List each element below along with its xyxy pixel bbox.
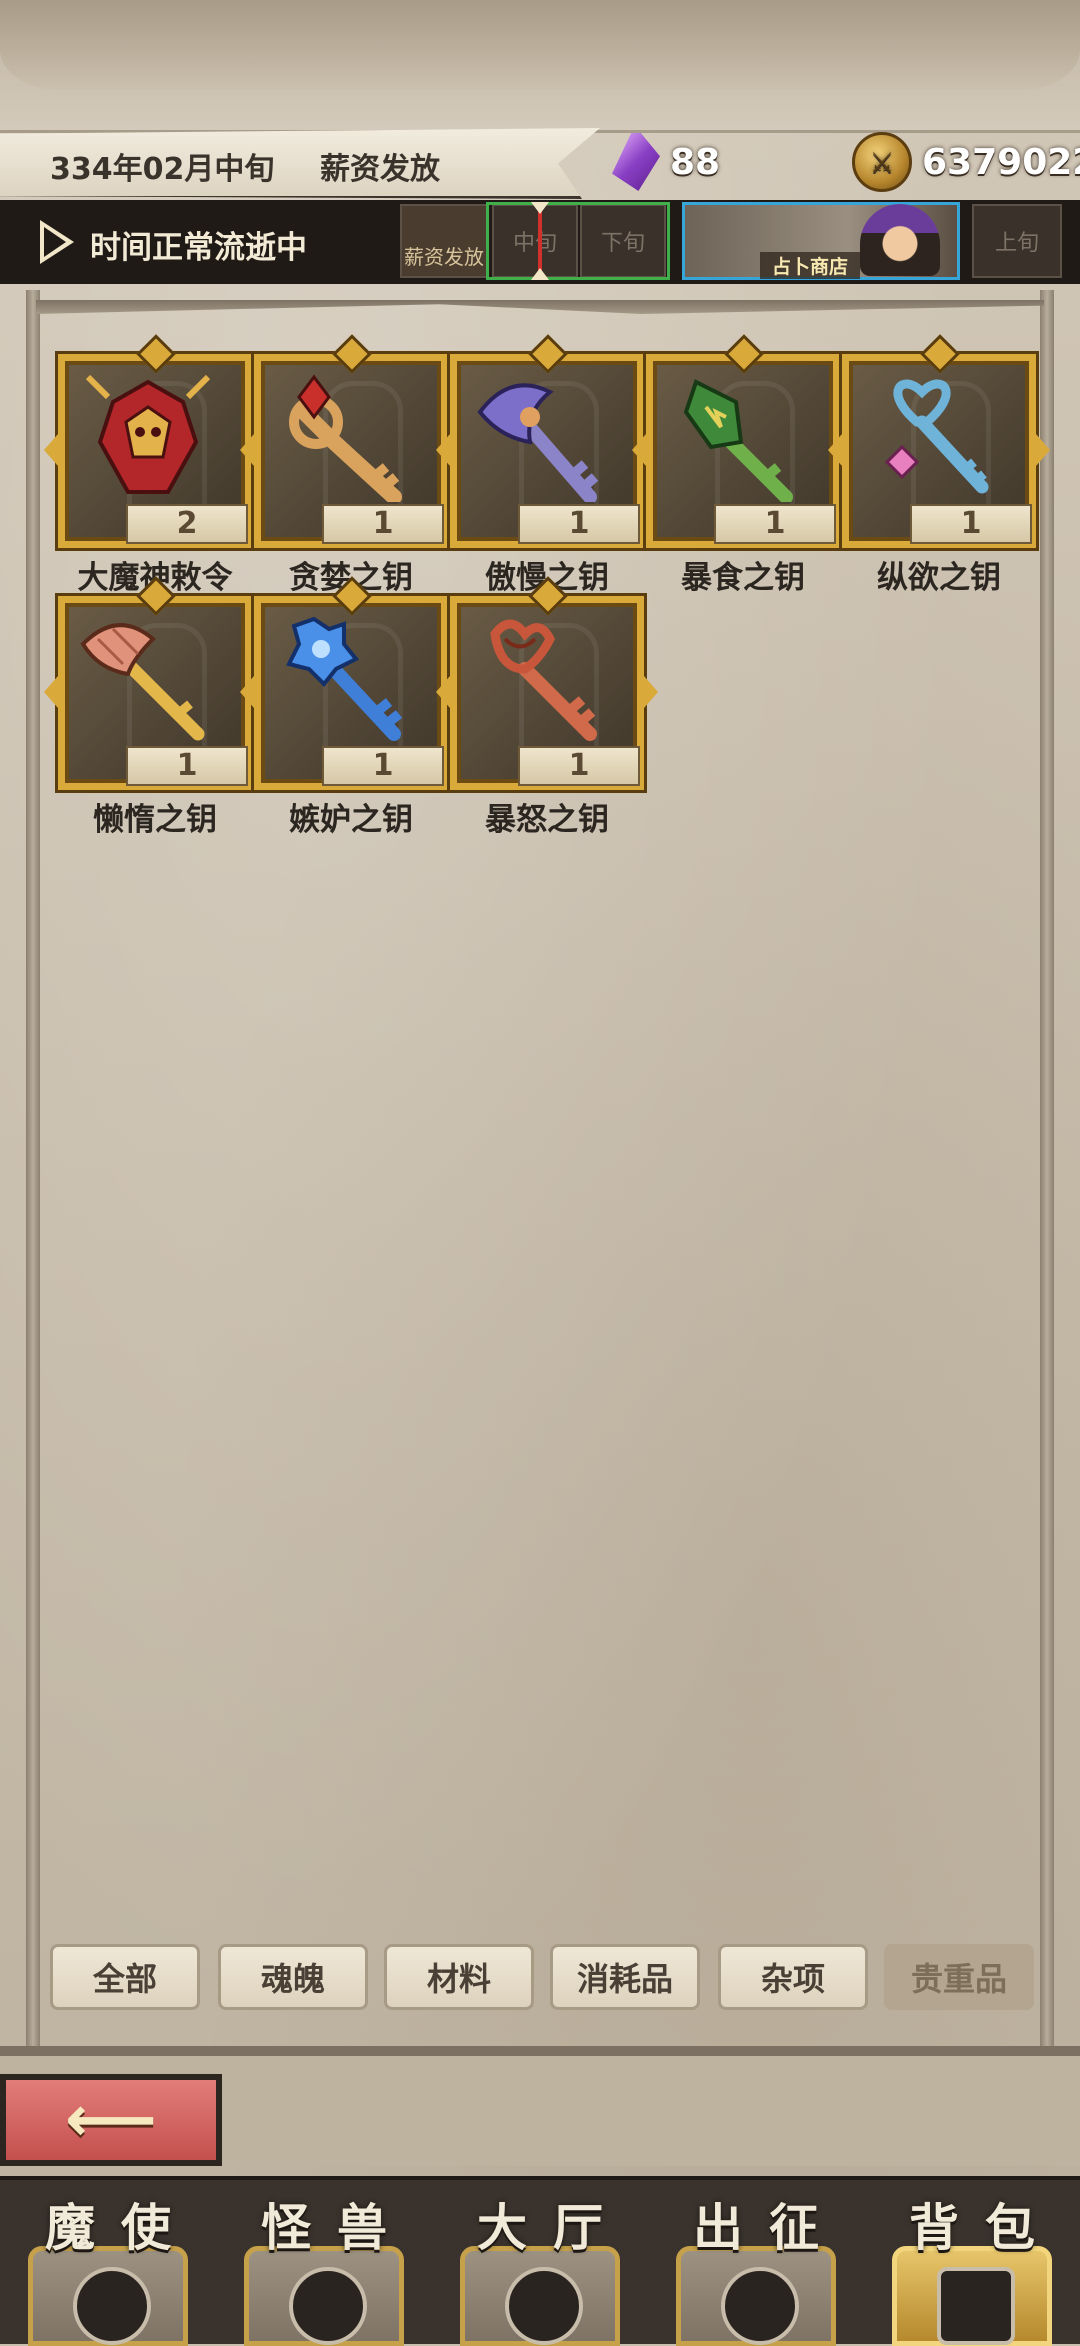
tab-consumables[interactable]: 消耗品: [550, 1944, 700, 2010]
shopkeeper-portrait: [860, 204, 940, 276]
wrath-key-icon: [490, 619, 597, 741]
period-early[interactable]: 上旬: [972, 204, 1062, 278]
tab-souls[interactable]: 魂魄: [218, 1944, 368, 2010]
bottom-divider: [0, 2046, 1080, 2056]
monster-icon: [289, 2267, 367, 2345]
item-name: 纵欲之钥: [877, 560, 1001, 596]
item-slot[interactable]: 1 懒惰之钥: [44, 576, 266, 838]
item-count: 1: [518, 746, 640, 786]
pride-key-icon: [477, 383, 599, 502]
nav-monsters[interactable]: 怪兽: [216, 2180, 432, 2346]
envy-key-icon: [286, 616, 403, 741]
fortune-shop-label: 占卜商店: [760, 252, 861, 279]
item-slot[interactable]: 1 暴食之钥: [632, 334, 854, 596]
expedition-icon: [721, 2267, 799, 2345]
item-count: 1: [322, 746, 444, 786]
item-slot[interactable]: 1 傲慢之钥: [436, 334, 658, 596]
nav-backpack-label: 背包: [909, 2199, 1061, 2257]
gem-amount: 88: [670, 141, 721, 183]
coin-amount: 6379022: [922, 141, 1080, 183]
item-slot[interactable]: 1 嫉妒之钥: [240, 576, 462, 838]
lust-key-icon: [884, 379, 989, 494]
item-count: 1: [518, 504, 640, 544]
tab-misc[interactable]: 杂项: [718, 1944, 868, 2010]
filter-tabs: 全部 魂魄 材料 消耗品 杂项 贵重品: [50, 1944, 1050, 2010]
demon-decree-icon: [85, 374, 211, 494]
time-status: 时间正常流逝中: [90, 230, 307, 266]
hall-icon: [505, 2267, 583, 2345]
gem-counter[interactable]: 88: [612, 128, 720, 196]
nav-envoy-label: 魔使: [45, 2199, 197, 2257]
nav-hall-label: 大厅: [477, 2199, 629, 2257]
top-scroll: [0, 0, 1080, 133]
sloth-key-icon: [80, 623, 205, 741]
gluttony-key-icon: [683, 379, 793, 502]
backpack-icon: [937, 2267, 1015, 2345]
back-button[interactable]: ⟵: [0, 2074, 222, 2166]
nav-envoy[interactable]: 魔使: [0, 2180, 216, 2346]
period-early-label: 上旬: [994, 231, 1039, 256]
period-salary[interactable]: 薪资发放: [400, 204, 488, 278]
item-slot[interactable]: 1 贪婪之钥: [240, 334, 462, 596]
current-event: 薪资发放: [320, 152, 440, 187]
item-count: 1: [910, 504, 1032, 544]
item-count: 1: [126, 746, 248, 786]
envoy-icon: [73, 2267, 151, 2345]
item-slot[interactable]: 2 大魔神敕令: [44, 334, 266, 596]
coin-counter[interactable]: ⚔ 6379022: [852, 128, 1080, 196]
item-count: 1: [714, 504, 836, 544]
tab-all[interactable]: 全部: [50, 1944, 200, 2010]
item-name: 暴怒之钥: [485, 802, 609, 838]
item-slot[interactable]: 1 纵欲之钥: [828, 334, 1050, 596]
time-marker: [531, 202, 549, 280]
play-icon[interactable]: [40, 220, 74, 264]
tab-valuables[interactable]: 贵重品: [884, 1944, 1034, 2010]
nav-expedition[interactable]: 出征: [648, 2180, 864, 2346]
item-count: 1: [322, 504, 444, 544]
nav-backpack[interactable]: 背包: [864, 2180, 1080, 2346]
nav-monsters-label: 怪兽: [261, 2199, 413, 2257]
gem-icon: [612, 133, 660, 191]
item-count: 2: [126, 504, 248, 544]
tab-materials[interactable]: 材料: [384, 1944, 534, 2010]
salary-label: 薪资发放: [404, 245, 484, 269]
coin-icon: ⚔: [852, 132, 912, 192]
greed-key-icon: [289, 374, 402, 502]
nav-expedition-label: 出征: [693, 2199, 845, 2257]
nav-hall[interactable]: 大厅: [432, 2180, 648, 2346]
current-period-highlight: [486, 202, 670, 280]
item-slot[interactable]: 1 暴怒之钥: [436, 576, 658, 838]
back-arrow-icon: ⟵: [65, 2083, 157, 2157]
current-date: 334年02月中旬: [50, 152, 275, 187]
